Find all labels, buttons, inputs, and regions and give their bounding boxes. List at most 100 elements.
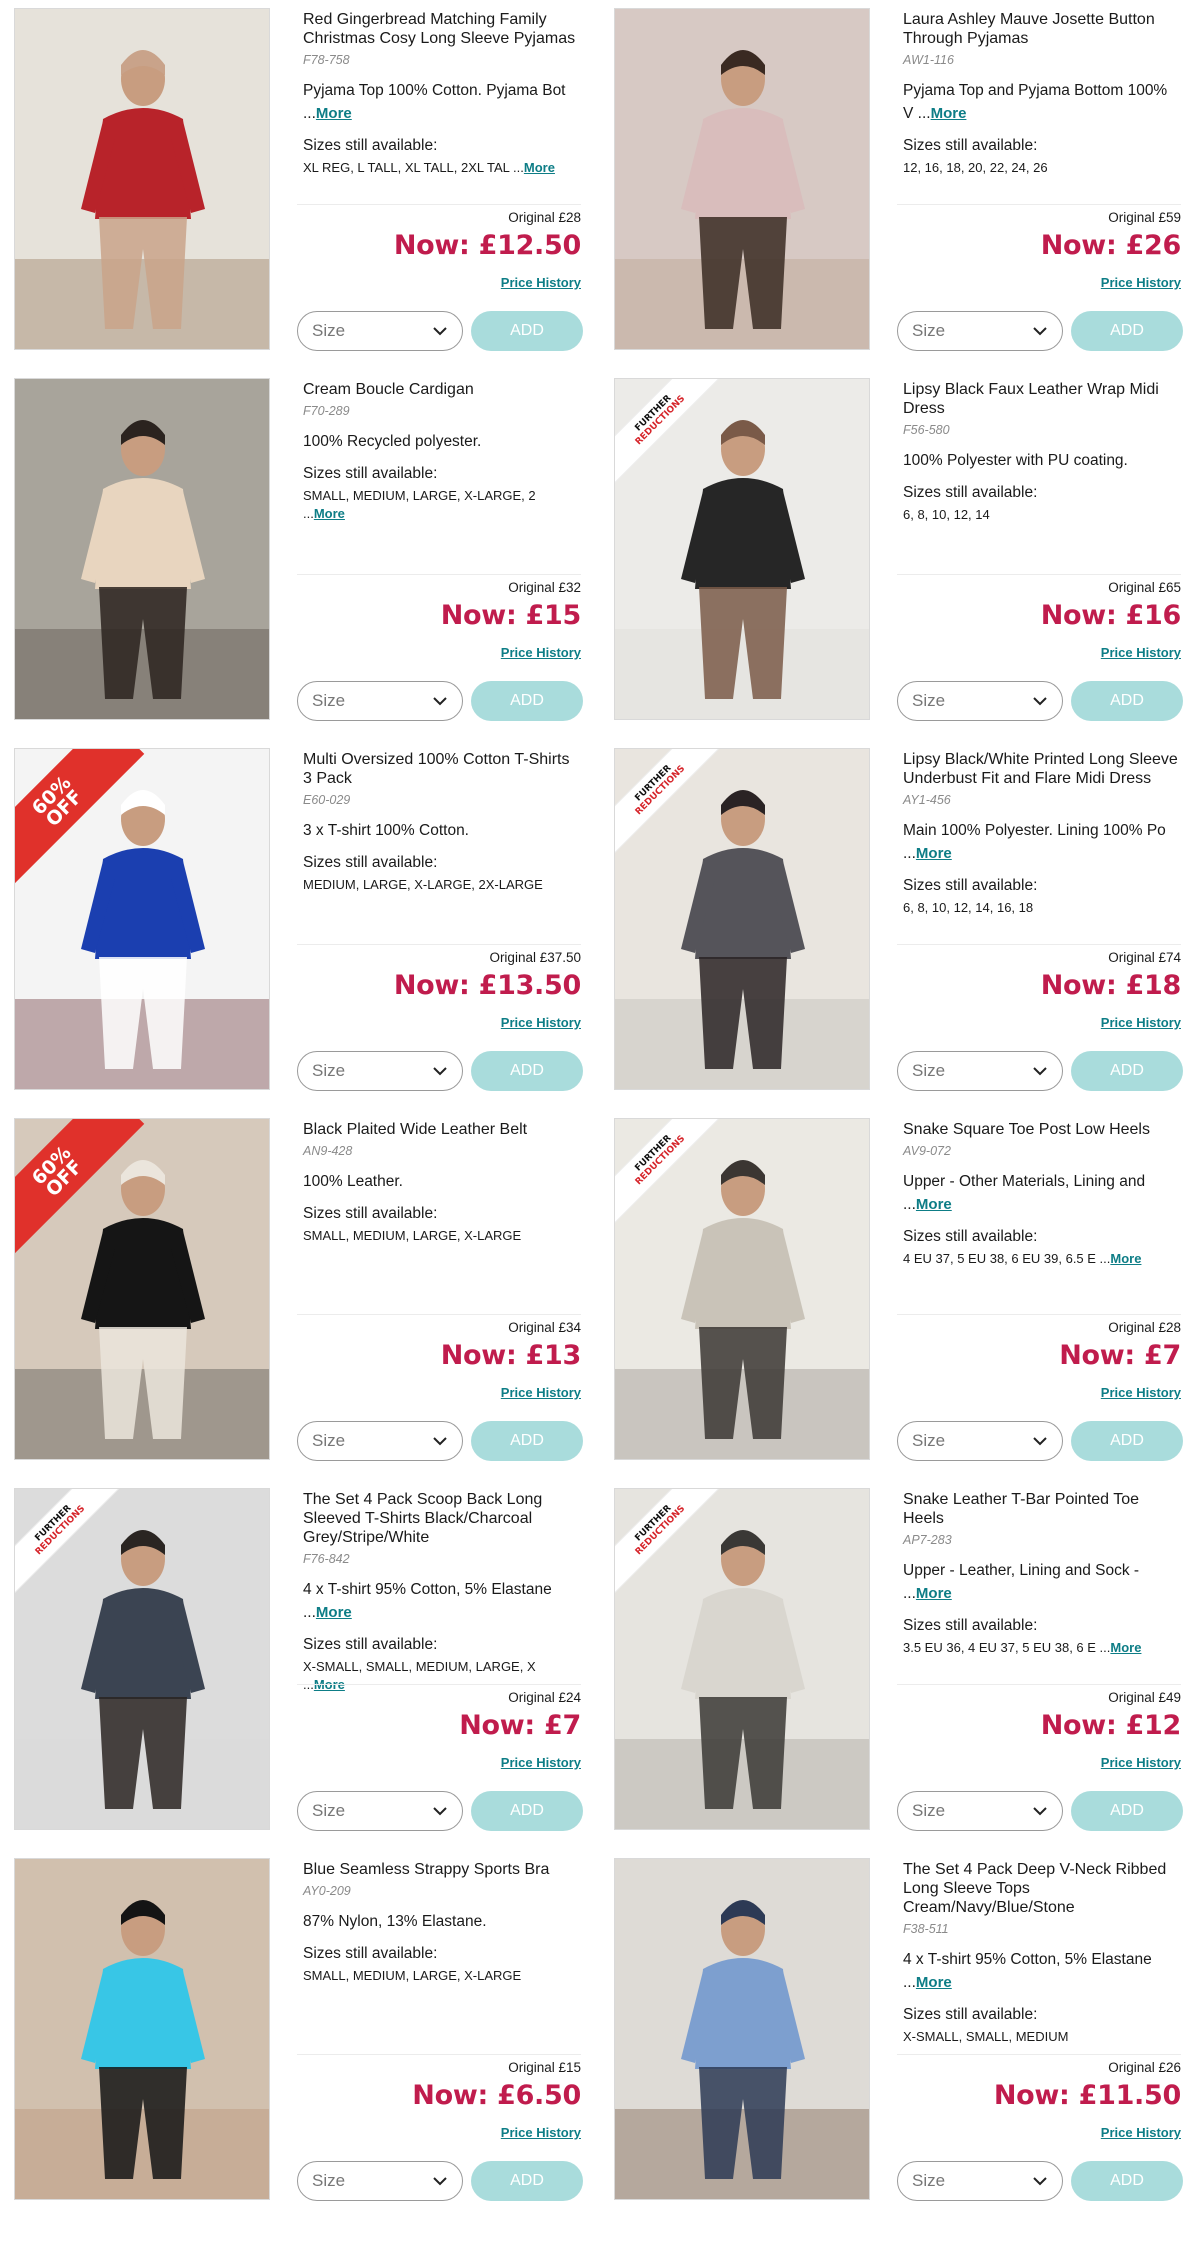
product-title[interactable]: The Set 4 Pack Scoop Back Long Sleeved T…	[303, 1490, 581, 1547]
size-select[interactable]: Size	[297, 681, 463, 721]
product-image[interactable]: 60% OFF	[14, 1118, 270, 1460]
product-info: Blue Seamless Strappy Sports Bra AY0-209…	[297, 1858, 581, 2200]
price-history-link[interactable]: Price History	[297, 645, 581, 660]
price-history-link[interactable]: Price History	[297, 1015, 581, 1030]
chevron-down-icon	[433, 327, 447, 336]
product-image[interactable]: FURTHER REDUCTIONS	[614, 748, 870, 1090]
size-select[interactable]: Size	[897, 1051, 1063, 1091]
size-select[interactable]: Size	[897, 1421, 1063, 1461]
now-price: Now: £11.50	[993, 2080, 1181, 2111]
product-image[interactable]	[614, 8, 870, 350]
product-image[interactable]: 60% OFF	[14, 748, 270, 1090]
add-to-bag-button[interactable]: ADD	[1071, 1791, 1183, 1831]
product-title[interactable]: Laura Ashley Mauve Josette Button Throug…	[903, 10, 1181, 48]
add-to-bag-button[interactable]: ADD	[471, 1421, 583, 1461]
product-title[interactable]: Red Gingerbread Matching Family Christma…	[303, 10, 581, 48]
product-card: FURTHER REDUCTIONS Lipsy Black Faux Leath…	[614, 378, 1194, 748]
add-to-bag-button[interactable]: ADD	[1071, 311, 1183, 351]
add-to-bag-button[interactable]: ADD	[1071, 1421, 1183, 1461]
sizes-more-link[interactable]: More	[524, 160, 555, 175]
sizes-heading: Sizes still available:	[303, 1945, 438, 1962]
original-price: Original £28	[1108, 1320, 1181, 1335]
original-price: Original £26	[1108, 2060, 1181, 2075]
product-info: Lipsy Black/White Printed Long Sleeve Un…	[897, 748, 1181, 1090]
price-history-link[interactable]: Price History	[297, 1755, 581, 1770]
description-more-link[interactable]: More	[916, 1196, 952, 1213]
now-price: Now: £12	[1040, 1710, 1182, 1741]
price-block: Original £28 Now: £12.50 Price History	[297, 204, 581, 290]
product-title[interactable]: The Set 4 Pack Deep V-Neck Ribbed Long S…	[903, 1860, 1181, 1917]
price-history-link[interactable]: Price History	[897, 1385, 1181, 1400]
add-to-bag-button[interactable]: ADD	[471, 1051, 583, 1091]
add-to-bag-button[interactable]: ADD	[471, 311, 583, 351]
add-to-bag-button[interactable]: ADD	[1071, 681, 1183, 721]
purchase-controls: Size ADD	[297, 1791, 583, 1833]
product-title[interactable]: Black Plaited Wide Leather Belt	[303, 1120, 581, 1139]
product-image[interactable]	[614, 1858, 870, 2200]
product-image[interactable]	[14, 8, 270, 350]
product-image[interactable]: FURTHER REDUCTIONS	[614, 1118, 870, 1460]
product-image[interactable]	[14, 378, 270, 720]
sizes-heading: Sizes still available:	[903, 1617, 1038, 1634]
price-history-link[interactable]: Price History	[897, 2125, 1181, 2140]
size-select[interactable]: Size	[897, 1791, 1063, 1831]
product-image[interactable]: FURTHER REDUCTIONS	[14, 1488, 270, 1830]
add-to-bag-button[interactable]: ADD	[471, 2161, 583, 2201]
price-history-link[interactable]: Price History	[897, 1755, 1181, 1770]
chevron-down-icon	[1033, 2177, 1047, 2186]
price-history-link[interactable]: Price History	[897, 275, 1181, 290]
product-title[interactable]: Lipsy Black/White Printed Long Sleeve Un…	[903, 750, 1181, 788]
product-image[interactable]: FURTHER REDUCTIONS	[614, 378, 870, 720]
product-title[interactable]: Snake Square Toe Post Low Heels	[903, 1120, 1181, 1139]
description-more-link[interactable]: More	[916, 1974, 952, 1991]
product-code: F38-511	[903, 1922, 949, 1936]
chevron-down-icon	[1033, 697, 1047, 706]
sizes-list: 12, 16, 18, 20, 22, 24, 26	[903, 160, 1048, 175]
sizes-more-link[interactable]: More	[1110, 1640, 1141, 1655]
description-more-link[interactable]: More	[916, 1585, 952, 1602]
size-select-label: Size	[912, 1801, 946, 1820]
product-description: 87% Nylon, 13% Elastane.	[303, 1913, 487, 1930]
product-title[interactable]: Multi Oversized 100% Cotton T-Shirts 3 P…	[303, 750, 581, 788]
original-price: Original £65	[1108, 580, 1181, 595]
product-image[interactable]: FURTHER REDUCTIONS	[614, 1488, 870, 1830]
product-title[interactable]: Snake Leather T-Bar Pointed Toe Heels	[903, 1490, 1181, 1528]
description-more-link[interactable]: More	[931, 105, 967, 122]
product-grid: Red Gingerbread Matching Family Christma…	[14, 8, 1194, 2228]
add-to-bag-button[interactable]: ADD	[471, 1791, 583, 1831]
price-history-link[interactable]: Price History	[297, 275, 581, 290]
size-select[interactable]: Size	[297, 1051, 463, 1091]
price-history-link[interactable]: Price History	[297, 2125, 581, 2140]
description-more-link[interactable]: More	[916, 845, 952, 862]
description-more-link[interactable]: More	[316, 105, 352, 122]
size-select[interactable]: Size	[297, 1421, 463, 1461]
size-select-label: Size	[312, 1801, 346, 1820]
original-price: Original £59	[1108, 210, 1181, 225]
product-image[interactable]	[14, 1858, 270, 2200]
product-code: AY1-456	[903, 793, 951, 807]
size-select[interactable]: Size	[297, 2161, 463, 2201]
size-select[interactable]: Size	[297, 311, 463, 351]
sizes-more-link[interactable]: More	[314, 506, 345, 521]
add-to-bag-button[interactable]: ADD	[1071, 1051, 1183, 1091]
product-title[interactable]: Cream Boucle Cardigan	[303, 380, 581, 399]
purchase-controls: Size ADD	[297, 311, 583, 353]
price-block: Original £15 Now: £6.50 Price History	[297, 2054, 581, 2140]
product-title[interactable]: Lipsy Black Faux Leather Wrap Midi Dress	[903, 380, 1181, 418]
description-more-link[interactable]: More	[316, 1604, 352, 1621]
price-history-link[interactable]: Price History	[897, 1015, 1181, 1030]
price-history-link[interactable]: Price History	[897, 645, 1181, 660]
price-history-link[interactable]: Price History	[297, 1385, 581, 1400]
size-select-label: Size	[912, 1061, 946, 1080]
price-block: Original £74 Now: £18 Price History	[897, 944, 1181, 1030]
add-to-bag-button[interactable]: ADD	[471, 681, 583, 721]
size-select[interactable]: Size	[897, 311, 1063, 351]
purchase-controls: Size ADD	[297, 681, 583, 723]
size-select[interactable]: Size	[897, 681, 1063, 721]
size-select[interactable]: Size	[897, 2161, 1063, 2201]
product-title[interactable]: Blue Seamless Strappy Sports Bra	[303, 1860, 581, 1879]
now-price: Now: £13	[440, 1340, 582, 1371]
add-to-bag-button[interactable]: ADD	[1071, 2161, 1183, 2201]
size-select[interactable]: Size	[297, 1791, 463, 1831]
sizes-more-link[interactable]: More	[1110, 1251, 1141, 1266]
